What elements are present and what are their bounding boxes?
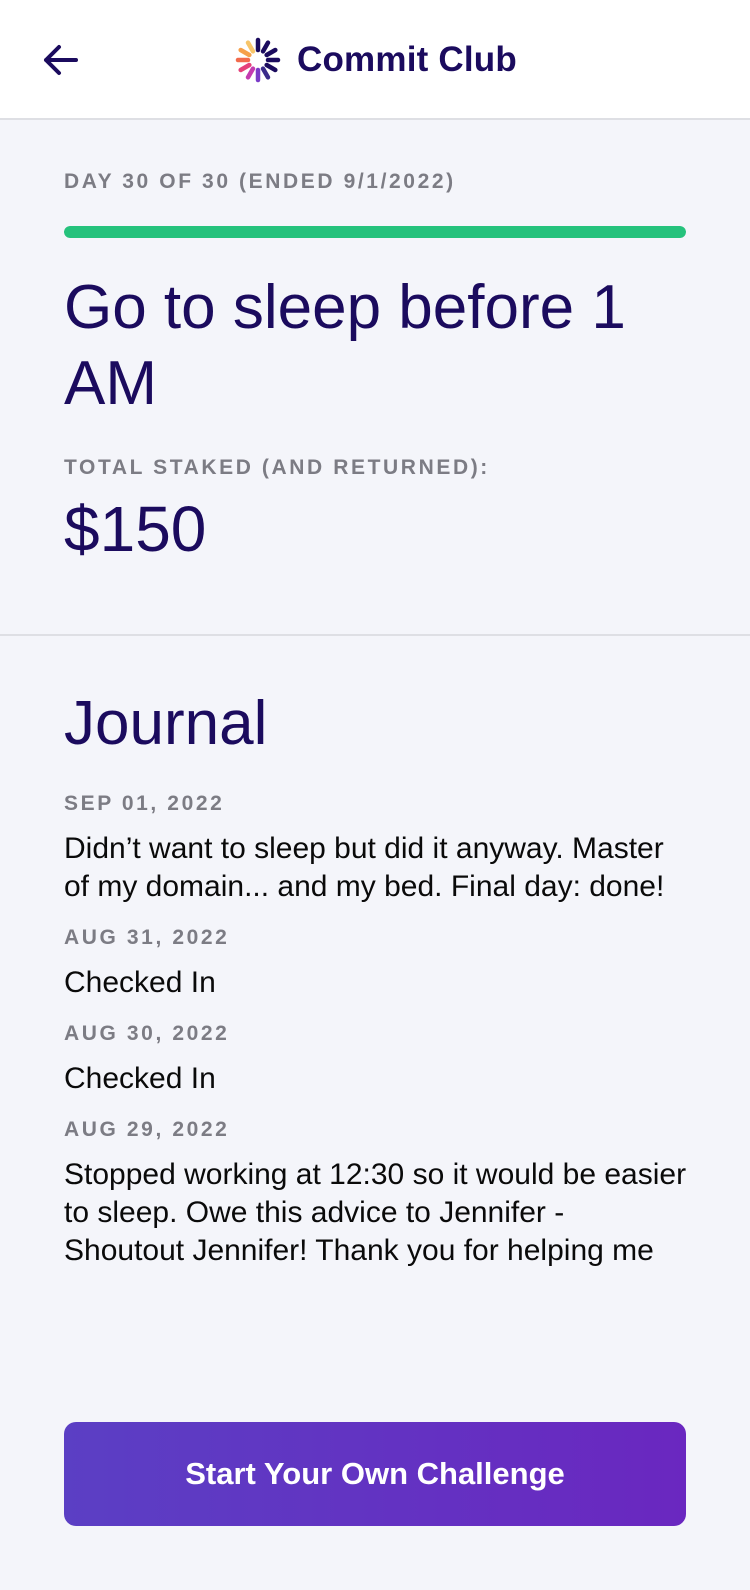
logo-segment	[238, 62, 252, 73]
journal-entries: SEP 01, 2022 Didn’t want to sleep but di…	[64, 792, 689, 1290]
entry-text: Checked In	[64, 1062, 216, 1095]
entry-date: SEP 01, 2022	[64, 792, 225, 815]
logo-segment	[260, 40, 271, 54]
journal-title: Journal	[64, 689, 268, 758]
brand: Commit Club	[235, 36, 517, 84]
logo-segment	[264, 47, 278, 58]
challenge-goal: Go to sleep before 1 AM	[64, 273, 626, 418]
start-challenge-button[interactable]: Start Your Own Challenge	[64, 1422, 686, 1526]
journal-entry: AUG 30, 2022 Checked In	[64, 1022, 689, 1098]
logo-segment	[245, 40, 256, 54]
journal-entry: AUG 29, 2022 Stopped working at 12:30 so…	[64, 1118, 689, 1270]
logo-segment	[238, 47, 252, 58]
challenge-progress-bar	[64, 226, 686, 238]
journal-entry: SEP 01, 2022 Didn’t want to sleep but di…	[64, 792, 689, 906]
logo-segment	[245, 66, 256, 80]
challenge-summary: DAY 30 OF 30 (ENDED 9/1/2022) Go to slee…	[0, 120, 750, 636]
entry-date: AUG 30, 2022	[64, 1022, 230, 1045]
arrow-left-icon	[44, 45, 78, 75]
entry-text: Checked In	[64, 966, 216, 999]
day-status: DAY 30 OF 30 (ENDED 9/1/2022)	[64, 170, 456, 193]
entry-text: Stopped working at 12:30 so it would be …	[64, 1158, 687, 1267]
entry-date: AUG 29, 2022	[64, 1118, 230, 1141]
back-button[interactable]	[40, 40, 80, 80]
stake-label: TOTAL STAKED (AND RETURNED):	[64, 456, 490, 479]
top-bar: Commit Club	[0, 0, 750, 120]
entry-date: AUG 31, 2022	[64, 926, 230, 949]
app-title: Commit Club	[297, 40, 517, 79]
logo-segment	[260, 66, 271, 80]
stake-amount: $150	[64, 493, 207, 565]
commit-club-logo-icon	[235, 37, 281, 83]
entry-text: Didn’t want to sleep but did it anyway. …	[64, 832, 665, 903]
journal-entry: AUG 31, 2022 Checked In	[64, 926, 689, 1002]
challenge-progress-fill	[64, 226, 686, 238]
logo-segment	[264, 62, 278, 73]
